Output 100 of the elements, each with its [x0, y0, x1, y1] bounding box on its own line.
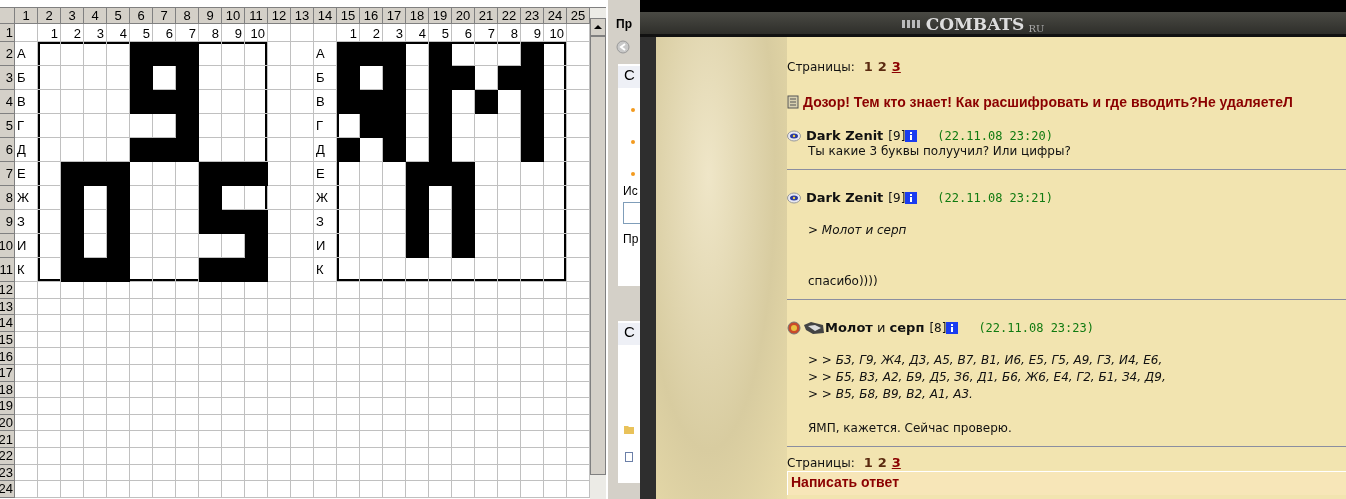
row-header[interactable]: 4 — [0, 90, 15, 114]
table-cell — [475, 331, 498, 349]
page-link[interactable]: 2 — [877, 59, 887, 74]
row-header[interactable]: 2 — [0, 42, 15, 66]
table-cell — [199, 431, 222, 448]
column-header[interactable]: 3 — [61, 8, 84, 24]
column-header[interactable]: 10 — [222, 8, 245, 24]
column-header[interactable]: 9 — [199, 8, 222, 24]
column-header[interactable]: 22 — [498, 8, 521, 24]
column-header[interactable]: 21 — [475, 8, 498, 24]
row-header[interactable]: 21 — [0, 431, 15, 448]
table-cell — [360, 398, 383, 415]
post-time: (22.11.08 23:20) — [937, 128, 1053, 143]
table-cell — [521, 381, 544, 399]
row-header[interactable]: 10 — [0, 234, 15, 258]
column-header[interactable]: 17 — [383, 8, 406, 24]
table-cell — [383, 298, 406, 316]
table-cell — [268, 315, 291, 332]
row-header[interactable]: 8 — [0, 186, 15, 210]
column-header[interactable]: 15 — [337, 8, 360, 24]
column-header[interactable]: 23 — [521, 8, 544, 24]
author-name[interactable]: Молот и серп — [825, 320, 925, 335]
page-link[interactable]: 3 — [891, 455, 901, 470]
column-header[interactable]: 18 — [406, 8, 429, 24]
table-cell — [130, 464, 153, 482]
column-header[interactable]: 24 — [544, 8, 567, 24]
row-header[interactable]: 16 — [0, 348, 15, 365]
table-cell — [153, 481, 176, 498]
info-icon[interactable] — [946, 321, 959, 334]
author-name[interactable]: Dark Zenit — [806, 190, 884, 205]
document-icon[interactable] — [625, 452, 633, 462]
table-cell — [521, 481, 544, 498]
table-cell — [383, 348, 406, 365]
page-link[interactable]: 1 — [863, 455, 873, 470]
column-header[interactable]: 1 — [15, 8, 38, 24]
table-cell — [429, 481, 452, 498]
info-icon[interactable] — [905, 191, 918, 204]
column-header[interactable]: 2 — [38, 8, 61, 24]
row-header[interactable]: 14 — [0, 315, 15, 332]
table-cell — [406, 381, 429, 399]
column-header[interactable]: 5 — [107, 8, 130, 24]
reply-bar[interactable]: Написать ответ — [787, 471, 1346, 495]
row-header[interactable]: 5 — [0, 114, 15, 138]
table-cell — [245, 414, 268, 432]
table-cell — [199, 298, 222, 316]
table-cell — [498, 464, 521, 482]
table-cell — [314, 315, 337, 332]
table-cell — [130, 381, 153, 399]
column-header[interactable]: 25 — [567, 8, 590, 24]
row-header[interactable]: 6 — [0, 138, 15, 162]
column-header[interactable]: 11 — [245, 8, 268, 24]
page-link[interactable]: 3 — [891, 59, 901, 74]
column-header[interactable]: 12 — [268, 8, 291, 24]
table-cell — [291, 464, 314, 482]
column-header[interactable]: 16 — [360, 8, 383, 24]
row-header[interactable]: 24 — [0, 481, 15, 498]
table-cell — [291, 66, 314, 90]
row-header[interactable]: 3 — [0, 66, 15, 90]
table-cell — [222, 381, 245, 399]
table-cell — [268, 210, 291, 234]
row-header[interactable]: 12 — [0, 282, 15, 299]
column-header[interactable]: 4 — [84, 8, 107, 24]
table-cell — [15, 24, 38, 42]
column-header[interactable]: 8 — [176, 8, 199, 24]
table-cell — [383, 414, 406, 432]
table-cell — [38, 381, 61, 399]
table-cell — [268, 481, 291, 498]
column-header[interactable]: 6 — [130, 8, 153, 24]
column-header[interactable]: 20 — [452, 8, 475, 24]
folder-icon[interactable] — [624, 425, 634, 434]
column-header[interactable]: 19 — [429, 8, 452, 24]
table-cell — [429, 431, 452, 448]
row-header[interactable]: 1 — [0, 24, 15, 42]
table-cell — [498, 315, 521, 332]
row-header[interactable]: 9 — [0, 210, 15, 234]
emblem-icon — [787, 320, 801, 335]
row-header[interactable]: 7 — [0, 162, 15, 186]
table-cell — [15, 414, 38, 432]
table-cell — [268, 90, 291, 114]
site-logo[interactable]: COMBATS — [925, 14, 1025, 34]
table-cell — [360, 298, 383, 316]
table-cell — [475, 364, 498, 382]
column-header[interactable]: 13 — [291, 8, 314, 24]
row-header[interactable]: 11 — [0, 258, 15, 282]
table-cell — [61, 447, 84, 465]
table-cell — [222, 315, 245, 332]
column-header[interactable]: 14 — [314, 8, 337, 24]
select-all-corner[interactable] — [0, 8, 15, 24]
column-header[interactable]: 7 — [153, 8, 176, 24]
table-cell — [15, 447, 38, 465]
table-cell — [406, 298, 429, 316]
author-name[interactable]: Dark Zenit — [806, 128, 884, 143]
search-field[interactable] — [623, 202, 640, 224]
table-cell — [406, 364, 429, 382]
row-header[interactable]: 19 — [0, 398, 15, 415]
page-link[interactable]: 2 — [877, 455, 887, 470]
table-cell — [268, 348, 291, 365]
info-icon[interactable] — [905, 129, 918, 142]
page-link[interactable]: 1 — [863, 59, 873, 74]
table-cell — [130, 447, 153, 465]
